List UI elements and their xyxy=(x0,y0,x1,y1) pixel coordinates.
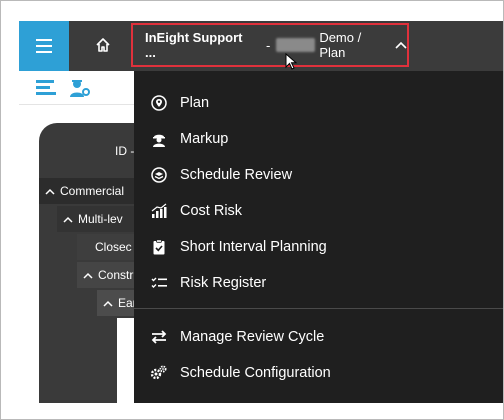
mouse-pointer-icon xyxy=(285,53,298,70)
app-window: InEight Support ... - Demo / Plan ID - C… xyxy=(0,0,504,420)
layers-icon xyxy=(150,166,168,184)
menu-item-short-interval-planning[interactable]: Short Interval Planning xyxy=(134,229,503,265)
menu-item-label: Schedule Review xyxy=(180,167,293,183)
tree-row-label: Multi-lev xyxy=(78,212,123,226)
menu-item-label: Markup xyxy=(180,131,229,147)
tree-row-label: Commercial xyxy=(60,184,125,198)
menu-item-plan[interactable]: Plan xyxy=(134,85,503,121)
swap-arrows-icon xyxy=(150,328,168,346)
gantt-list-icon[interactable] xyxy=(35,78,57,98)
menu-item-label: Risk Register xyxy=(180,275,267,291)
worker-settings-icon[interactable] xyxy=(69,78,91,98)
clipboard-check-icon xyxy=(150,238,168,256)
menu-item-manage-review-cycle[interactable]: Manage Review Cycle xyxy=(134,319,503,355)
context-path: Demo / Plan xyxy=(319,30,362,60)
menu-item-schedule-configuration[interactable]: Schedule Configuration xyxy=(134,355,503,391)
menu-item-markup[interactable]: Markup xyxy=(134,121,503,157)
menu-divider xyxy=(134,308,503,309)
hamburger-menu-button[interactable] xyxy=(19,21,69,71)
chevron-up-icon xyxy=(395,41,407,49)
menu-item-label: Plan xyxy=(180,95,210,111)
breadcrumb-separator: - xyxy=(266,37,271,53)
tree-row-label: Constr xyxy=(98,268,134,282)
top-bar: InEight Support ... - Demo / Plan xyxy=(19,21,503,71)
menu-item-schedule-review[interactable]: Schedule Review xyxy=(134,157,503,193)
menu-item-risk-register[interactable]: Risk Register xyxy=(134,265,503,301)
menu-item-label: Cost Risk xyxy=(180,203,243,219)
home-button[interactable] xyxy=(91,33,115,57)
chevron-up-icon xyxy=(63,216,73,223)
location-pin-icon xyxy=(150,94,168,112)
checklist-icon xyxy=(150,274,168,292)
bottom-margin xyxy=(1,403,503,419)
menu-item-label: Schedule Configuration xyxy=(180,365,331,381)
chevron-up-icon xyxy=(45,188,55,195)
chart-bars-icon xyxy=(150,202,168,220)
chevron-up-icon xyxy=(103,300,113,307)
context-switcher[interactable]: InEight Support ... - Demo / Plan xyxy=(131,23,409,67)
menu-item-cost-risk[interactable]: Cost Risk xyxy=(134,193,503,229)
home-icon xyxy=(96,38,110,52)
project-name: InEight Support ... xyxy=(145,30,243,60)
context-dropdown-menu: Plan Markup Schedule Review Cost Risk Sh xyxy=(134,71,503,419)
chevron-up-icon xyxy=(83,272,93,279)
redacted-text xyxy=(276,38,316,52)
menu-item-label: Short Interval Planning xyxy=(180,239,327,255)
menu-item-label: Manage Review Cycle xyxy=(180,329,325,345)
gears-icon xyxy=(150,364,168,382)
worker-icon xyxy=(150,130,168,148)
hamburger-icon xyxy=(36,39,52,53)
tree-row-label: Closec xyxy=(95,240,132,254)
